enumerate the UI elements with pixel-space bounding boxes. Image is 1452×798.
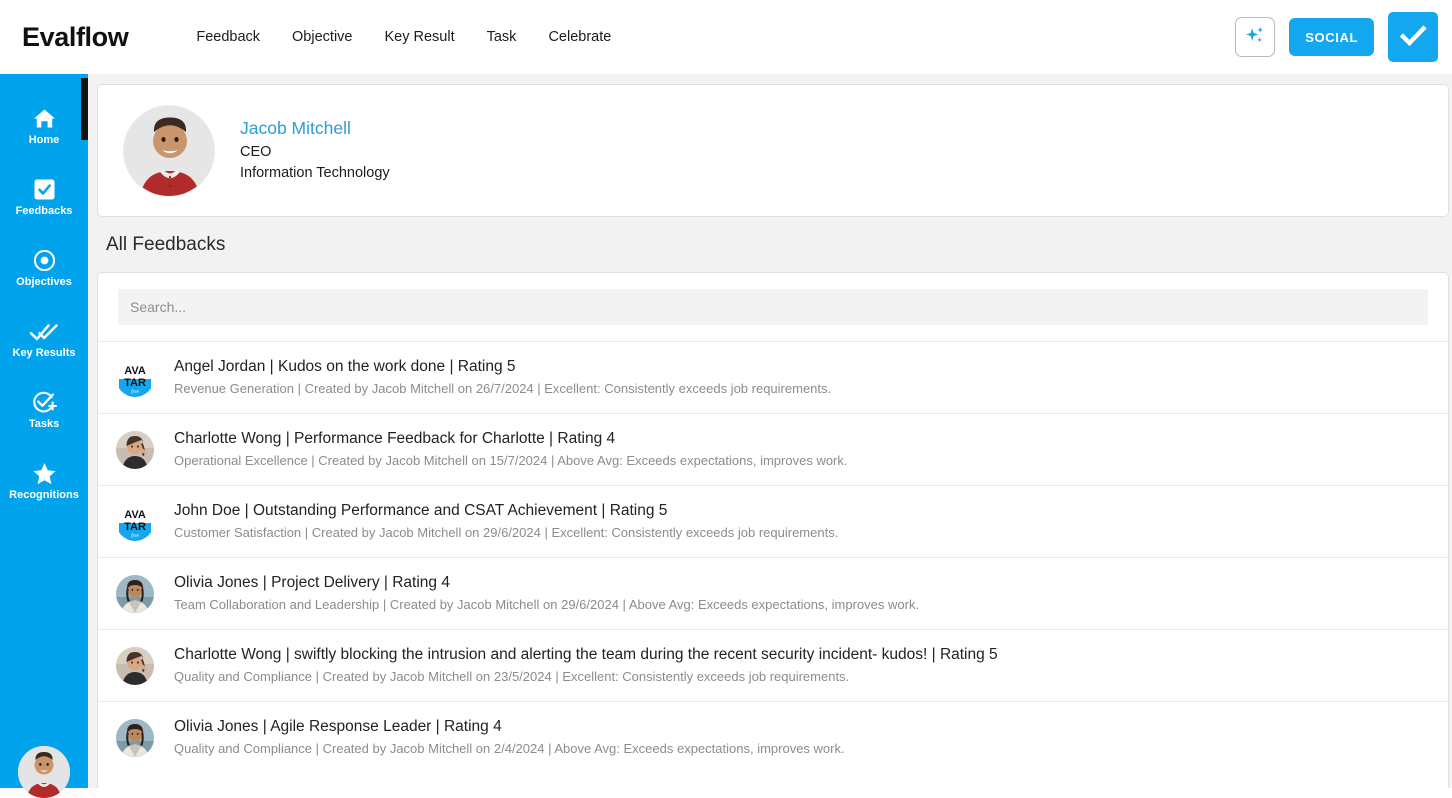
nav-item-task[interactable]: Task	[471, 21, 533, 53]
profile-name-link[interactable]: Jacob Mitchell	[240, 117, 390, 141]
sidebar-scrollbar-thumb[interactable]	[81, 78, 88, 140]
page-title: All Feedbacks	[106, 234, 226, 255]
main-content: Jacob Mitchell CEO Information Technolog…	[88, 74, 1452, 788]
sidebar-item-feedbacks[interactable]: Feedbacks	[0, 161, 88, 232]
feedback-subtitle: Quality and Compliance | Created by Jaco…	[174, 741, 845, 757]
feedback-avatar	[116, 718, 154, 757]
feedback-title: Olivia Jones | Project Delivery | Rating…	[174, 574, 450, 592]
feedback-text: Angel Jordan | Kudos on the work done | …	[174, 356, 831, 399]
top-navigation: Feedback Objective Key Result Task Celeb…	[180, 21, 627, 53]
social-button[interactable]: SOCIAL	[1289, 18, 1374, 56]
feedback-title: Charlotte Wong | swiftly blocking the in…	[174, 646, 998, 664]
feedback-text: Olivia Jones | Agile Response Leader | R…	[174, 716, 845, 759]
checkmark-icon	[1396, 19, 1430, 56]
ai-assist-button[interactable]	[1235, 17, 1276, 57]
nav-item-objective[interactable]: Objective	[276, 21, 368, 53]
feedback-list-card: AVATARfreeAngel Jordan | Kudos on the wo…	[97, 272, 1449, 788]
svg-text:TAR: TAR	[124, 377, 146, 389]
feedback-row[interactable]: Olivia Jones | Agile Response Leader | R…	[98, 701, 1448, 773]
svg-text:free: free	[131, 534, 139, 539]
profile-department: Information Technology	[240, 165, 390, 182]
profile-details: Jacob Mitchell CEO Information Technolog…	[240, 117, 390, 184]
target-icon	[32, 248, 57, 274]
feedback-subtitle: Quality and Compliance | Created by Jaco…	[174, 669, 850, 685]
sidebar-scrollbar-track[interactable]	[80, 74, 88, 788]
star-icon	[31, 461, 58, 487]
feedback-text: Charlotte Wong | swiftly blocking the in…	[174, 644, 998, 687]
profile-role: CEO	[240, 143, 272, 160]
sidebar-user-avatar[interactable]	[18, 746, 70, 798]
feedback-avatar: AVA TAR free	[116, 502, 154, 541]
feedback-row[interactable]: Charlotte Wong | swiftly blocking the in…	[98, 629, 1448, 701]
sidebar-item-key-results[interactable]: Key Results	[0, 303, 88, 374]
feedback-text: Charlotte Wong | Performance Feedback fo…	[174, 428, 848, 471]
feedback-subtitle: Revenue Generation | Created by Jacob Mi…	[174, 381, 832, 397]
approve-check-button[interactable]	[1388, 12, 1438, 62]
feedback-avatar	[116, 430, 154, 469]
feedback-title: Angel Jordan | Kudos on the work done | …	[174, 358, 516, 376]
profile-card: Jacob Mitchell CEO Information Technolog…	[97, 84, 1449, 217]
sidebar-item-tasks[interactable]: Tasks	[0, 374, 88, 445]
task-add-icon	[31, 390, 58, 416]
sidebar-item-recognitions[interactable]: Recognitions	[0, 445, 88, 516]
feedback-avatar	[116, 574, 154, 613]
feedback-row[interactable]: Olivia Jones | Project Delivery | Rating…	[98, 557, 1448, 629]
svg-text:AVA: AVA	[124, 365, 146, 377]
profile-photo	[123, 104, 215, 197]
search-container	[98, 273, 1448, 325]
header-actions: SOCIAL	[1235, 0, 1438, 74]
app-logo: Evalflow	[22, 21, 129, 52]
left-sidebar: Home Feedbacks Objectives Key Results Ta…	[0, 74, 88, 798]
feedback-text: Olivia Jones | Project Delivery | Rating…	[174, 572, 919, 615]
sparkles-icon	[1243, 24, 1267, 51]
feedback-subtitle: Customer Satisfaction | Created by Jacob…	[174, 525, 839, 541]
feedback-text: John Doe | Outstanding Performance and C…	[174, 500, 838, 543]
search-input[interactable]	[118, 289, 1428, 325]
sidebar-item-objectives[interactable]: Objectives	[0, 232, 88, 303]
sidebar-item-home[interactable]: Home	[0, 90, 88, 161]
feedback-subtitle: Operational Excellence | Created by Jaco…	[174, 453, 848, 469]
sidebar-items: Home Feedbacks Objectives Key Results Ta…	[0, 74, 88, 516]
top-header: Evalflow Feedback Objective Key Result T…	[0, 0, 1452, 74]
feedback-row[interactable]: AVA TAR free Angel Jordan | Kudos on the wo…	[98, 341, 1448, 413]
feedback-title: Olivia Jones | Agile Response Leader | R…	[174, 718, 502, 736]
feedback-row[interactable]: AVA TAR free John Doe | Outstanding Perform…	[98, 485, 1448, 557]
feedback-title: Charlotte Wong | Performance Feedback fo…	[174, 430, 616, 448]
feedback-subtitle: Team Collaboration and Leadership | Crea…	[174, 597, 920, 613]
svg-text:free: free	[131, 390, 139, 395]
feedback-avatar	[116, 646, 154, 685]
svg-text:AVA: AVA	[124, 509, 146, 521]
nav-item-key-result[interactable]: Key Result	[368, 21, 470, 53]
double-check-icon	[29, 319, 59, 345]
sidebar-item-label-recognitions: Recognitions	[9, 488, 79, 501]
checkbox-icon	[32, 177, 57, 203]
svg-text:TAR: TAR	[124, 521, 146, 533]
feedback-avatar: AVA TAR free	[116, 358, 154, 397]
nav-item-feedback[interactable]: Feedback	[180, 21, 276, 53]
sidebar-item-label-objectives: Objectives	[16, 275, 72, 288]
home-icon	[32, 106, 57, 132]
sidebar-item-label-home: Home	[28, 133, 60, 146]
feedback-row[interactable]: Charlotte Wong | Performance Feedback fo…	[98, 413, 1448, 485]
feedback-title: John Doe | Outstanding Performance and C…	[174, 502, 668, 520]
sidebar-item-label-feedbacks: Feedbacks	[15, 204, 73, 217]
feedback-list: AVA TAR free Angel Jordan | Kudos on the wo…	[98, 341, 1448, 773]
nav-item-celebrate[interactable]: Celebrate	[532, 21, 627, 53]
sidebar-item-label-key-results: Key Results	[12, 346, 76, 359]
sidebar-item-label-tasks: Tasks	[28, 417, 60, 430]
